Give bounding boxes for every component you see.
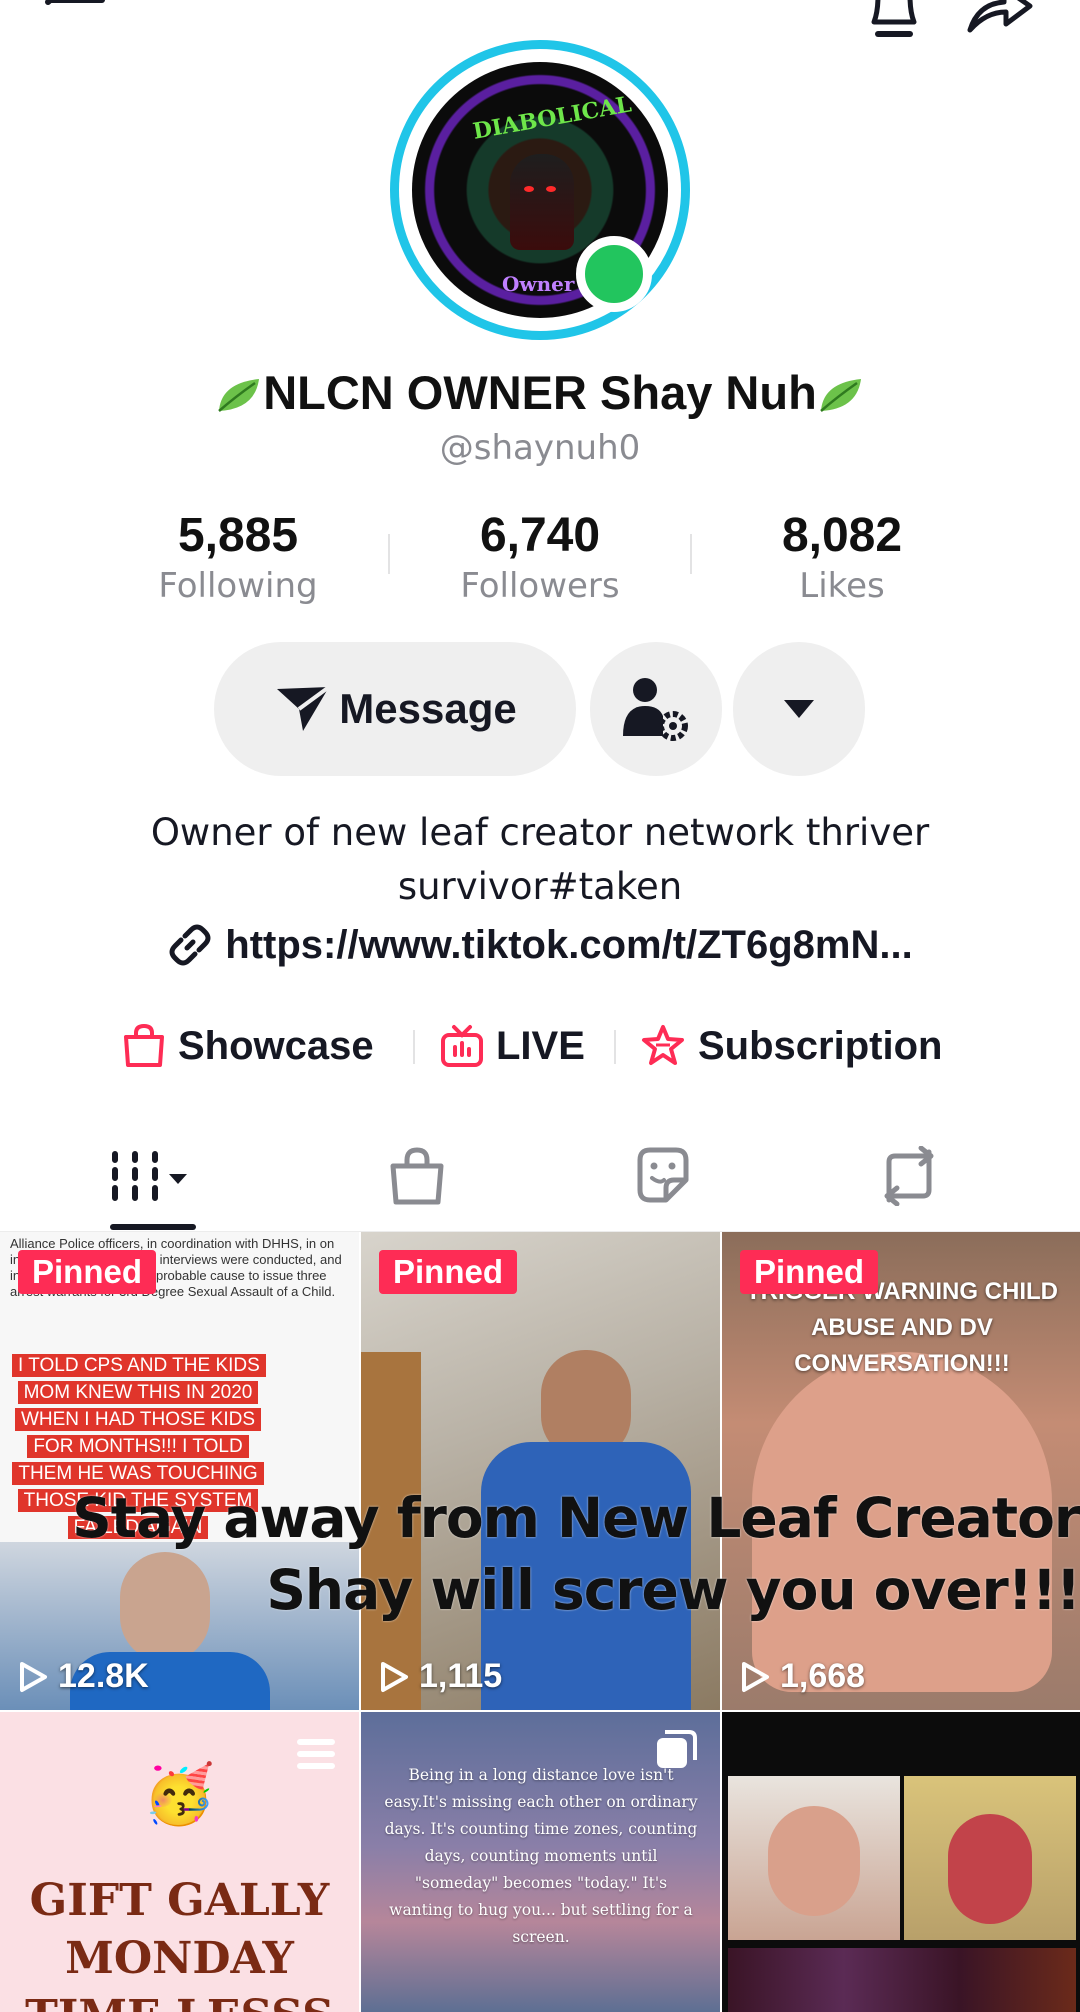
video-photo-hair: [948, 1814, 1032, 1924]
content-tabs: [0, 1120, 1080, 1232]
avatar-eye: [524, 186, 534, 192]
video-thumbnail[interactable]: 🥳 GIFT GALLY MONDAY TIME LESSS: [0, 1712, 359, 2012]
video-call-right: [904, 1776, 1076, 1940]
play-icon: [20, 1661, 47, 1692]
view-count-value: 1,115: [419, 1657, 503, 1695]
stat-following-value: 5,885: [177, 509, 299, 562]
active-tab-indicator: [110, 1224, 196, 1230]
video-thumbnail[interactable]: Being in a long distance love isn't easy…: [361, 1712, 720, 2012]
leaf-icon: [819, 379, 861, 412]
profile-actions: Message: [0, 642, 1080, 776]
feature-row: Showcase LIVE Subscription: [0, 1016, 1080, 1076]
send-icon: [277, 685, 331, 731]
share-arrow-icon[interactable]: [964, 0, 1036, 34]
view-count-value: 12.8K: [58, 1657, 149, 1695]
stat-following-label: Following: [158, 566, 318, 606]
pinned-badge: Pinned: [740, 1250, 879, 1294]
avatar[interactable]: DIABOLICAL Owner: [390, 40, 690, 340]
bio-link[interactable]: https://www.tiktok.com/t/ZT6g8mN...: [0, 922, 1080, 968]
caret-down-icon: [784, 700, 814, 718]
overlay-text-line-1: Stay away from New Leaf Creator: [72, 1486, 1080, 1550]
more-options-button[interactable]: [733, 642, 865, 776]
live-link[interactable]: LIVE: [440, 1016, 585, 1076]
stat-followers-value: 6,740: [479, 509, 601, 562]
online-status-dot: [576, 236, 652, 312]
stat-followers[interactable]: 6,740 Followers: [390, 508, 690, 608]
feature-divider: [614, 1030, 616, 1064]
tv-icon: [441, 1025, 483, 1067]
friend-settings-button[interactable]: [590, 642, 722, 776]
profile-bio: Owner of new leaf creator network thrive…: [0, 806, 1080, 914]
tab-reposts[interactable]: [774, 1120, 1044, 1232]
subscription-link[interactable]: Subscription: [640, 1016, 942, 1076]
link-icon: [169, 924, 211, 966]
live-label: LIVE: [496, 1023, 585, 1068]
video-grid: Alliance Police officers, in coordinatio…: [0, 1232, 1080, 2012]
video-thumbnail[interactable]: TRIGGER WARNING CHILD ABUSE AND DV CONVE…: [722, 1232, 1080, 1710]
party-emoji: 🥳: [143, 1760, 216, 1828]
stat-likes-label: Likes: [799, 566, 885, 606]
play-icon: [381, 1661, 408, 1692]
video-thumbnail[interactable]: Alliance Police officers, in coordinatio…: [0, 1232, 359, 1710]
bio-link-text: https://www.tiktok.com/t/ZT6g8mN...: [225, 922, 913, 967]
bio-line-1: Owner of new leaf creator network thrive…: [150, 811, 930, 854]
repost-icon: [884, 1146, 934, 1206]
showcase-label: Showcase: [178, 1023, 374, 1068]
view-count: 12.8K: [18, 1657, 149, 1696]
profile-stats: 5,885 Following 6,740 Followers 8,082 Li…: [0, 508, 1080, 616]
pinned-badge: Pinned: [379, 1250, 518, 1294]
star-badge-icon: [642, 1025, 684, 1065]
tab-favorites[interactable]: [528, 1120, 798, 1232]
pinned-badge: Pinned: [18, 1250, 157, 1294]
username-handle: @shaynuh0: [439, 428, 641, 468]
view-count: 1,115: [379, 1657, 502, 1696]
stat-following[interactable]: 5,885 Following: [88, 508, 388, 608]
video-thumbnail[interactable]: Pinned 1,115: [361, 1232, 720, 1710]
overlay-text-line-2: Shay will screw you over!!!: [266, 1558, 1080, 1622]
grid-icon: [112, 1151, 187, 1201]
bell-icon[interactable]: [864, 0, 924, 40]
video-title-text: GIFT GALLY MONDAY TIME LESSS: [25, 1875, 334, 2012]
sticker-icon: [637, 1147, 689, 1203]
top-bar: [0, 0, 1080, 40]
bag-icon: [390, 1147, 444, 1205]
avatar-figure: [510, 154, 574, 250]
display-name: NLCN OWNER Shay Nuh: [0, 365, 1080, 420]
showcase-link[interactable]: Showcase: [122, 1016, 374, 1076]
display-name-text: NLCN OWNER Shay Nuh: [263, 366, 817, 419]
stat-likes-value: 8,082: [781, 509, 903, 562]
video-quote-text: Being in a long distance love isn't easy…: [384, 1766, 698, 1946]
feature-divider: [413, 1030, 415, 1064]
person-gear-icon: [623, 678, 688, 741]
tab-videos[interactable]: [18, 1120, 288, 1232]
avatar-ring-text-bottom: Owner: [502, 272, 575, 296]
subscription-label: Subscription: [698, 1023, 943, 1068]
avatar-eye: [546, 186, 556, 192]
leaf-icon: [218, 379, 260, 412]
shopping-bag-icon: [124, 1023, 164, 1067]
stat-likes[interactable]: 8,082 Likes: [692, 508, 992, 608]
video-thumbnail[interactable]: [722, 1712, 1080, 2012]
video-gift-strip: [728, 1948, 1076, 2012]
tab-shop[interactable]: [282, 1120, 552, 1232]
play-icon: [742, 1661, 769, 1692]
stat-followers-label: Followers: [460, 566, 620, 606]
message-button[interactable]: Message: [214, 642, 576, 776]
back-arrow-icon[interactable]: [40, 0, 106, 30]
video-call-left: [728, 1776, 900, 1940]
view-count-value: 1,668: [780, 1657, 866, 1695]
view-count: 1,668: [740, 1657, 865, 1696]
message-button-label: Message: [339, 685, 517, 732]
video-photo-face: [768, 1806, 860, 1916]
bio-line-2: survivor#taken: [397, 865, 683, 908]
avatar-badge-text: DIABOLICAL: [470, 91, 634, 145]
